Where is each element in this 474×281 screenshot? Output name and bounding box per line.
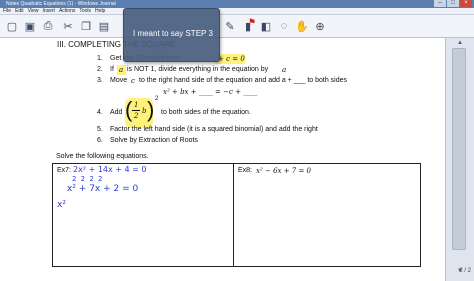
table-divider [233,164,234,266]
save-icon[interactable]: ▣ [22,18,38,34]
step4-text: to both sides of the equation. [161,109,251,116]
step5-number: 5. [97,126,103,133]
ex8-equation: x² − 6x + 7 = 0 [256,167,312,175]
flag-icon[interactable]: ⚑ [244,14,260,30]
menu-tools[interactable]: Tools [79,8,91,14]
ex7-label: Ex7: [57,167,72,174]
step3-number: 3. [97,77,103,84]
menu-insert[interactable]: Insert [42,8,55,14]
scroll-thumb[interactable] [452,48,466,250]
menu-view[interactable]: View [28,8,39,14]
step4-right-paren: ) [147,97,155,122]
step3-var-c: c [131,77,135,85]
step5-text: Factor the left hand side (it is a squar… [110,126,318,133]
step1-number: 1. [97,55,103,62]
menu-help[interactable]: Help [95,8,105,14]
step2-number: 2. [97,66,103,73]
lasso-icon[interactable]: ◌ [276,18,292,34]
ex7-step-ink: x² + 7x + 2 = 0 [67,184,139,194]
annotation-tooltip: I meant to say STEP 3 [123,8,220,62]
zoom-icon[interactable]: ⊕ [312,18,328,34]
ex7-equation: 2x² + 14x + 4 = 0 [73,165,147,174]
window-title: Notes Quadratic Equations (1) - Windows … [6,1,116,7]
step2-if: If [110,66,114,73]
menu-bar: File Edit View Insert Actions Tools Help [0,8,474,15]
step3-equation: x² + bx + ____ = −c + ____ [163,88,258,96]
copy-icon[interactable]: ❐ [78,18,94,34]
ex7-divide-ink: 2 2 2 2 [72,175,104,183]
maximize-button[interactable]: □ [447,0,459,7]
step3-text: to the right hand side of the equation a… [139,77,348,84]
step3-move: Move [110,77,128,84]
ex8-label: Ex8: [238,167,253,174]
minimize-button[interactable]: – [434,0,446,7]
step4-add: Add [110,109,123,116]
pen-icon[interactable]: ✎ [222,18,238,34]
step4-number: 4. [97,109,103,116]
hand-icon[interactable]: ✋ [294,18,310,34]
scroll-up-icon[interactable]: ▲ [454,40,466,46]
step4-var-b: b [142,107,147,115]
cut-icon[interactable]: ✂ [60,18,76,34]
step4-exponent: 2 [155,96,159,102]
toolbar: ▢ ▣ ⎙ ✂ ❐ ▤ ✎ ▮ ◧ ◌ ✋ ⊕ ⚑ [0,15,474,38]
ex7-partial-ink: x² [57,200,66,210]
eraser-icon[interactable]: ◧ [258,18,274,34]
step4-frac-bar [132,110,140,111]
step4-frac-numerator: 1 [134,101,139,109]
print-icon[interactable]: ⎙ [40,18,56,34]
menu-file[interactable]: File [3,8,11,14]
step2-text: is NOT 1, divide everything in the equat… [127,66,269,73]
solve-heading: Solve the following equations. [56,153,149,160]
close-button[interactable]: × [460,0,472,7]
tooltip-text: I meant to say STEP 3 [133,29,213,38]
menu-actions[interactable]: Actions [59,8,75,14]
window-controls: – □ × [434,0,472,8]
step2-var-a2: a [282,66,287,74]
paste-icon[interactable]: ▤ [96,18,112,34]
menu-edit[interactable]: Edit [15,8,24,14]
step2-var-a: a [119,66,124,74]
page-indicator: 2 / 2 [459,268,471,274]
examples-table: Ex7: 2x² + 14x + 4 = 0 2 2 2 2 x² + 7x +… [52,163,421,267]
step4-frac-denominator: 2 [134,112,139,120]
step6-text: Solve by Extraction of Roots [110,137,198,144]
step6-number: 6. [97,137,103,144]
new-page-icon[interactable]: ▢ [4,18,20,34]
title-bar: Notes Quadratic Equations (1) - Windows … [0,0,474,8]
step1-equation: + c = 0 [218,55,245,63]
